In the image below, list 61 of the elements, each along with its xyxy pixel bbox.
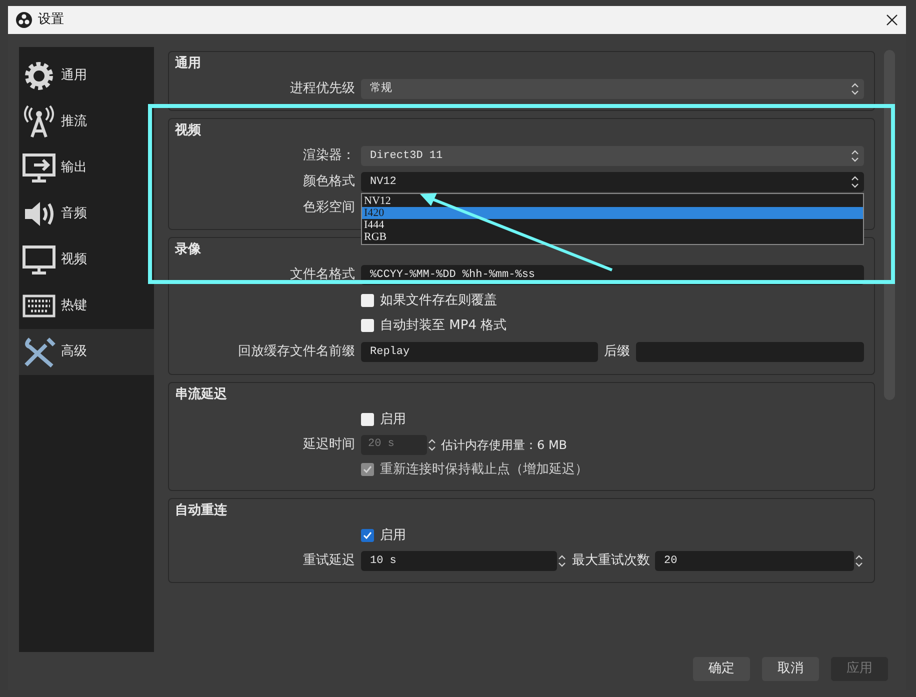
- window-title: 设置: [38, 11, 64, 30]
- group-title: 录像: [175, 241, 202, 260]
- dropdown-field[interactable]: Direct3D 11: [361, 146, 864, 166]
- close-icon[interactable]: [886, 14, 898, 26]
- sidebar-item[interactable]: 音频: [19, 191, 154, 237]
- text-field[interactable]: Replay: [361, 342, 598, 362]
- checkbox-label: 自动封装至 MP4 格式: [380, 316, 507, 335]
- dropdown-field[interactable]: 常规: [361, 79, 864, 99]
- group-title: 串流延迟: [175, 386, 228, 404]
- spinner-arrows-icon[interactable]: [850, 82, 860, 96]
- monitor-icon: [22, 243, 56, 277]
- memory-estimate-text: 估计内存使用量：6 MB: [441, 436, 568, 454]
- sidebar-item[interactable]: 热键: [19, 283, 154, 329]
- checkbox[interactable]: [361, 413, 374, 426]
- text-field[interactable]: [636, 342, 864, 362]
- dialog-button[interactable]: 确定: [693, 657, 750, 681]
- spinner-arrows-icon[interactable]: [557, 554, 567, 568]
- group-title: 通用: [175, 55, 202, 74]
- wrench-screwdriver-icon: [22, 335, 56, 369]
- checkmark-icon: [363, 531, 372, 540]
- spinner-arrows-icon[interactable]: [854, 554, 864, 568]
- field-label: 回放缓存文件名前缀: [237, 343, 356, 362]
- monitor-arrow-icon: [22, 151, 56, 185]
- dropdown-field[interactable]: NV12: [361, 172, 864, 192]
- group-title: 视频: [175, 122, 202, 140]
- field-label: 颜色格式: [302, 173, 356, 192]
- field-label: 后缀: [603, 343, 631, 362]
- checkbox[interactable]: [361, 529, 374, 542]
- spinner-arrows-icon[interactable]: [427, 438, 437, 452]
- number-field[interactable]: 20: [655, 551, 854, 571]
- dialog-button[interactable]: 取消: [762, 657, 819, 681]
- antenna-icon: [22, 105, 56, 139]
- checkbox-label: 重新连接时保持截止点（增加延迟）: [380, 460, 588, 479]
- field-label: 色彩空间: [302, 199, 356, 218]
- sidebar-item[interactable]: 推流: [19, 99, 154, 145]
- group-title: 自动重连: [175, 502, 228, 520]
- field-label: 最大重试次数: [571, 552, 651, 570]
- dropdown-option[interactable]: I420: [362, 207, 863, 219]
- sidebar-item[interactable]: 通用: [19, 53, 154, 99]
- sidebar-item[interactable]: 高级: [19, 329, 154, 375]
- checkbox-label: 如果文件存在则覆盖: [380, 292, 497, 310]
- field-label: 延迟时间: [302, 436, 356, 454]
- checkbox[interactable]: [361, 294, 374, 307]
- checkbox-label: 启用: [380, 526, 406, 545]
- dropdown-option[interactable]: RGB: [362, 231, 863, 243]
- sidebar-item[interactable]: 视频: [19, 237, 154, 283]
- gear-icon: [22, 59, 56, 93]
- field-label: 重试延迟: [302, 552, 356, 570]
- spinner-arrows-icon[interactable]: [850, 175, 860, 189]
- checkbox-label: 启用: [380, 410, 406, 429]
- field-label: 渲染器：: [302, 147, 356, 166]
- dropdown-option[interactable]: NV12: [362, 195, 863, 207]
- dropdown-option[interactable]: I444: [362, 219, 863, 231]
- checkmark-icon: [363, 465, 372, 474]
- app-logo-icon: [16, 12, 32, 28]
- number-field[interactable]: 10 s: [361, 551, 557, 571]
- spinner-arrows-icon[interactable]: [850, 149, 860, 163]
- field-label: 进程优先级: [289, 80, 356, 98]
- sidebar-item[interactable]: 输出: [19, 145, 154, 191]
- checkbox[interactable]: [361, 319, 374, 332]
- field-label: 文件名格式: [289, 266, 356, 284]
